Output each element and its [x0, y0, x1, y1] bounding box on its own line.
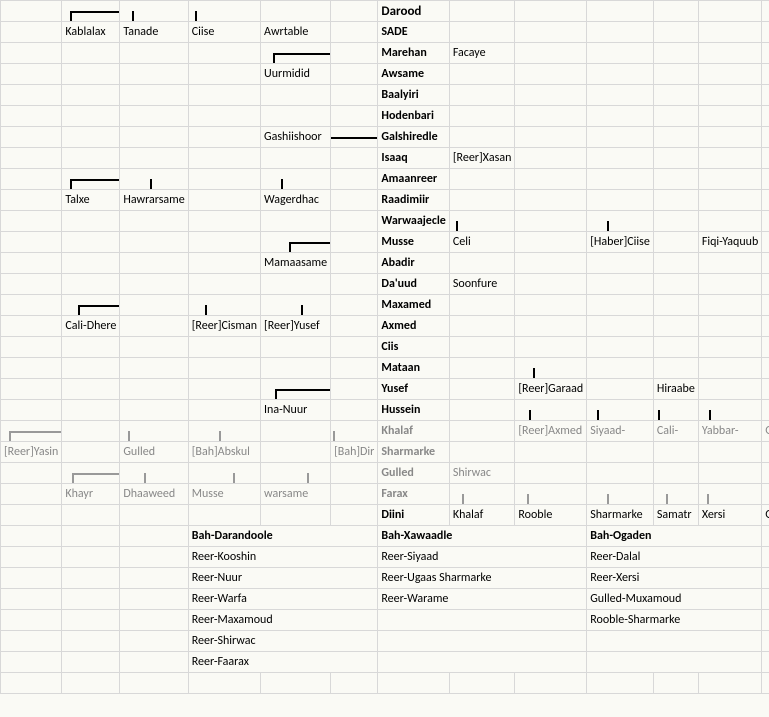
- darandoole-item: Reer-Kooshin: [188, 547, 378, 568]
- node-musse: Musse: [378, 232, 449, 253]
- node-isaaq: Isaaq: [378, 148, 449, 169]
- xawaadle-item: Reer-Warame: [378, 589, 587, 610]
- node-reeryasin: [Reer]Yasin: [1, 442, 62, 463]
- node-sharmarke2: Sharmarke: [587, 505, 654, 526]
- node-hawrarsame: Hawrarsame: [120, 190, 188, 211]
- node-warwaajecle: Warwaajecle: [378, 211, 449, 232]
- node-musse2: Musse: [188, 484, 260, 505]
- node-raadimiir: Raadimiir: [378, 190, 449, 211]
- node-rooble: Rooble: [515, 505, 587, 526]
- node-xersi: Xersi: [698, 505, 761, 526]
- node-reerxasan: [Reer]Xasan: [449, 148, 515, 169]
- node-ciis: Ciis: [378, 337, 449, 358]
- xawaadle-item: Reer-Siyaad: [378, 547, 587, 568]
- node-sade: SADE: [378, 22, 449, 43]
- node-reergaraad: [Reer]Garaad: [515, 379, 587, 400]
- node-wagerdhac: Wagerdhac: [261, 190, 331, 211]
- node-tanade: Tanade: [120, 22, 188, 43]
- node-mamaasame: Mamaasame: [261, 253, 331, 274]
- node-cali: Cali-: [653, 421, 698, 442]
- node-hiraabe: Hiraabe: [653, 379, 698, 400]
- node-ciise: Ciise: [188, 22, 260, 43]
- node-awsame: Awsame: [378, 64, 449, 85]
- node-amaanreer: Amaanreer: [378, 169, 449, 190]
- node-sharmarke: Sharmarke: [378, 442, 449, 463]
- darandoole-item: Reer-Maxamoud: [188, 610, 378, 631]
- node-calidhere: Cali-Dhere: [62, 316, 120, 337]
- darandoole-item: Reer-Nuur: [188, 568, 378, 589]
- node-diini: Diini: [378, 505, 449, 526]
- node-inanuur: Ina-Nuur: [261, 400, 331, 421]
- node-gulled4: Gulled: [762, 505, 769, 526]
- node-khayr: Khayr: [62, 484, 120, 505]
- node-gulled1: Gulled-: [762, 421, 769, 442]
- darandoole-item: Reer-Shirwac: [188, 631, 378, 652]
- node-talxe: Talxe: [62, 190, 120, 211]
- group-xawaadle-title: Bah-Xawaadle: [378, 526, 587, 547]
- ogaden-item: Gulled-Muxamoud: [587, 589, 762, 610]
- node-mataan: Mataan: [378, 358, 449, 379]
- xawaadle-item: Reer-Ugaas Sharmarke: [378, 568, 587, 589]
- node-yusef: Yusef: [378, 379, 449, 400]
- node-baalyiri: Baalyiri: [378, 85, 449, 106]
- node-celi: Celi: [449, 232, 515, 253]
- node-farax: Farax: [378, 484, 449, 505]
- node-axmed: Axmed: [378, 316, 449, 337]
- node-bahdir: [Bah]Dir: [331, 442, 378, 463]
- node-haberciise: [Haber]Ciise: [587, 232, 654, 253]
- node-soonfure: Soonfure: [449, 274, 515, 295]
- node-fiqiyaquub: Fiqi-Yaquub: [698, 232, 761, 253]
- node-maxamed: Maxamed: [378, 295, 449, 316]
- genealogy-tree: Darood Kablalax Tanade Ciise Awrtable SA…: [0, 0, 769, 694]
- node-dauud: Da'uud: [378, 274, 449, 295]
- root-darood: Darood: [378, 1, 449, 22]
- node-dhaaweed: Dhaaweed: [120, 484, 188, 505]
- node-khalaf: Khalaf: [378, 421, 449, 442]
- node-reercisman: [Reer]Cisman: [188, 316, 260, 337]
- node-gashiishoor: Gashiishoor: [261, 127, 331, 148]
- node-galshiredle: Galshiredle: [378, 127, 449, 148]
- node-reeryusef: [Reer]Yusef: [261, 316, 331, 337]
- node-kablalax: Kablalax: [62, 22, 120, 43]
- node-gulled2: Gulled: [120, 442, 188, 463]
- node-hussein: Hussein: [378, 400, 449, 421]
- node-khalaf2: Khalaf: [449, 505, 515, 526]
- ogaden-item: Reer-Xersi: [587, 568, 762, 589]
- ogaden-item: Rooble-Sharmarke: [587, 610, 762, 631]
- node-gulled3: Gulled: [378, 463, 449, 484]
- bracket: [62, 1, 120, 22]
- node-hodenbari: Hodenbari: [378, 106, 449, 127]
- darandoole-item: Reer-Warfa: [188, 589, 378, 610]
- node-marehan: Marehan: [378, 43, 449, 64]
- darandoole-item: Reer-Faarax: [188, 652, 378, 673]
- node-samatr: Samatr: [653, 505, 698, 526]
- node-yabbar: Yabbar-: [698, 421, 761, 442]
- node-siyaad: Siyaad-: [587, 421, 654, 442]
- node-warsame: warsame: [261, 484, 331, 505]
- node-awrtable: Awrtable: [261, 22, 331, 43]
- node-bahabskul: [Bah]Abskul: [188, 442, 260, 463]
- group-ogaden-title: Bah-Ogaden: [587, 526, 762, 547]
- node-shirwac: Shirwac: [449, 463, 515, 484]
- ogaden-item: Reer-Dalal: [587, 547, 762, 568]
- node-facaye: Facaye: [449, 43, 515, 64]
- node-reeraxmed: [Reer]Axmed: [515, 421, 587, 442]
- node-abadir: Abadir: [378, 253, 449, 274]
- group-darandoole-title: Bah-Darandoole: [188, 526, 378, 547]
- node-uurmidid: Uurmidid: [261, 64, 331, 85]
